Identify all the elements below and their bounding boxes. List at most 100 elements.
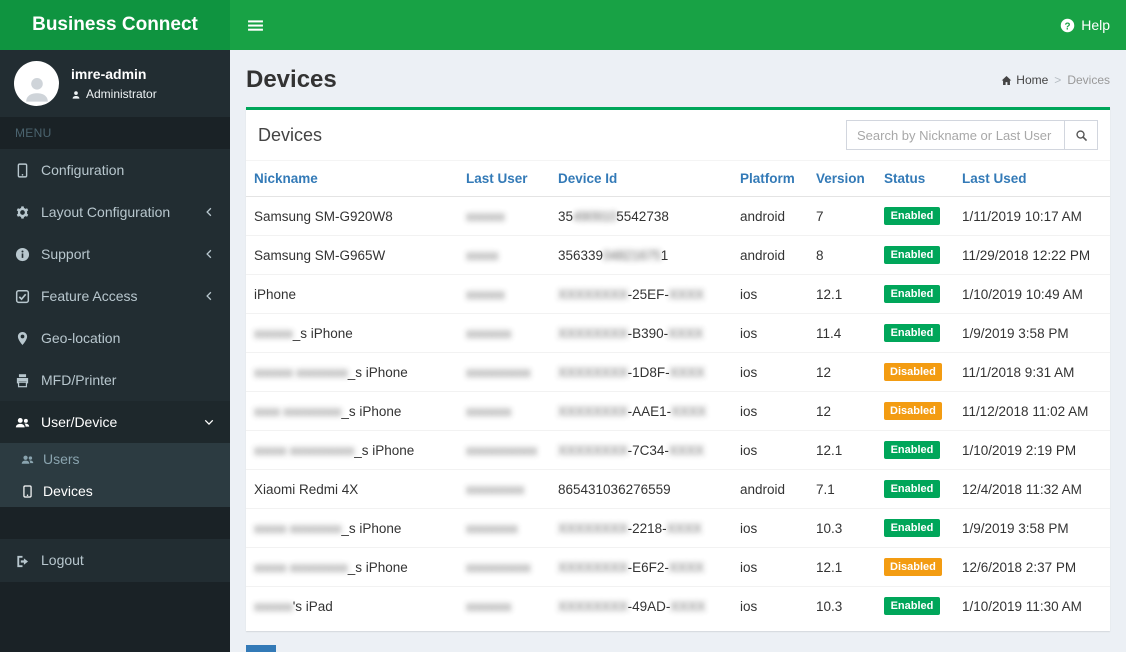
sidebar-item-label: User/Device <box>41 414 118 430</box>
sidebar-item-label: Feature Access <box>41 288 138 304</box>
column-header-device-id[interactable]: Device Id <box>550 161 732 197</box>
sidebar-item-feature-access[interactable]: Feature Access <box>0 275 230 317</box>
sidebar-menu: Configuration Layout Configuration Support… <box>0 149 230 507</box>
text: 1/10/2019 2:19 PM <box>962 442 1077 458</box>
cell-version: 10.3 <box>808 508 876 548</box>
text: 's iPad <box>292 598 333 614</box>
cell-status: Disabled <box>876 352 954 392</box>
table-row: xxxxxx_s iPhone xxxxxxx XXXXXXXX-B390-XXXX… <box>246 313 1110 353</box>
text: 865431036276559 <box>558 481 671 497</box>
cell-version: 7.1 <box>808 469 876 509</box>
table-row: xxxxx xxxxxxxxx_s iPhone xxxxxxxxxx XXXXXX… <box>246 547 1110 587</box>
cell-platform: ios <box>732 430 808 470</box>
text: ios <box>740 403 758 419</box>
table-row: Samsung SM-G965W xxxxx 356339048216751 andr… <box>246 235 1110 275</box>
question-circle-icon: ? <box>1060 19 1075 33</box>
cell-last-user: xxxxxxxxxx <box>458 547 550 587</box>
status-badge: Enabled <box>884 597 940 615</box>
text: 1/9/2019 3:58 PM <box>962 325 1069 341</box>
text: -AAE1- <box>627 403 672 419</box>
cell-last-user: xxxxxxxxx <box>458 469 550 509</box>
search-input[interactable] <box>846 120 1064 150</box>
text: Samsung SM-G965W <box>254 247 386 263</box>
redacted-text: xxxxxx <box>254 598 293 614</box>
page-button-1[interactable]: 1 <box>246 645 276 652</box>
cell-device-id: 354909105542738 <box>550 197 732 236</box>
status-badge: Enabled <box>884 519 940 537</box>
cell-last-user: xxxxxxxxxx <box>458 352 550 392</box>
redacted-text: xxxxx <box>466 247 499 263</box>
cell-platform: android <box>732 235 808 275</box>
brand-logo[interactable]: Business Connect <box>0 0 230 50</box>
sidebar-subitem-devices[interactable]: Devices <box>0 475 230 507</box>
column-header-last-user[interactable]: Last User <box>458 161 550 197</box>
sidebar-submenu: Users Devices <box>0 443 230 507</box>
users-icon <box>15 417 30 427</box>
cell-last-user: xxxxx <box>458 235 550 275</box>
text: iPhone <box>254 286 297 302</box>
home-icon <box>1001 76 1012 86</box>
sidebar-item-layout-configuration[interactable]: Layout Configuration <box>0 191 230 233</box>
help-link[interactable]: ? Help <box>1044 0 1126 50</box>
cell-last-used: 1/11/2019 10:17 AM <box>954 197 1110 236</box>
text: _s iPhone <box>354 442 415 458</box>
text: 1/11/2019 10:17 AM <box>962 208 1082 224</box>
content-header: Devices Home > Devices <box>246 66 1110 94</box>
redacted-text: XXXX <box>668 442 704 458</box>
text: 10.3 <box>816 598 843 614</box>
column-header-platform[interactable]: Platform <box>732 161 808 197</box>
redacted-text: XXXX <box>671 403 706 419</box>
sidebar-item-mfd-printer[interactable]: MFD/Printer <box>0 359 230 401</box>
cell-last-used: 12/4/2018 11:32 AM <box>954 469 1110 509</box>
sidebar-item-user-device[interactable]: User/Device <box>0 401 230 443</box>
redacted-text: XXXXXXXX <box>558 598 628 614</box>
pagination: 1 <box>246 645 1110 652</box>
devices-table-body: Samsung SM-G920W8 xxxxxx 354909105542738 an… <box>246 197 1110 625</box>
status-badge: Enabled <box>884 324 940 342</box>
users-icon <box>21 455 34 464</box>
cell-platform: android <box>732 469 808 509</box>
status-badge: Enabled <box>884 285 940 303</box>
gear-icon <box>16 205 29 219</box>
text: 12/4/2018 11:32 AM <box>962 481 1082 497</box>
sidebar-item-configuration[interactable]: Configuration <box>0 149 230 191</box>
cell-nickname: xxxxxx_s iPhone <box>246 313 458 353</box>
devices-table-head-row: Nickname Last User Device Id Platform Versio… <box>246 161 1110 197</box>
redacted-text: xxxxxxxxx <box>466 481 525 497</box>
cell-version: 11.4 <box>808 313 876 353</box>
sidebar-item-geo-location[interactable]: Geo-location <box>0 317 230 359</box>
redacted-text: xxxxxx <box>466 208 505 224</box>
redacted-text: XXXXXXXX <box>558 403 628 419</box>
cell-last-used: 11/12/2018 11:02 AM <box>954 391 1110 431</box>
help-label: Help <box>1081 17 1110 33</box>
breadcrumb-home[interactable]: Home <box>1001 73 1048 87</box>
text: 12 <box>816 403 832 419</box>
sidebar-item-support[interactable]: Support <box>0 233 230 275</box>
search-button[interactable] <box>1064 120 1098 150</box>
brand-title: Business Connect <box>32 14 198 35</box>
sidebar-toggle-button[interactable] <box>230 0 281 50</box>
user-icon <box>25 78 48 102</box>
column-header-nickname[interactable]: Nickname <box>246 161 458 197</box>
cell-device-id: XXXXXXXX-B390-XXXX <box>550 313 732 353</box>
text: 7 <box>816 208 824 224</box>
panel-title: Devices <box>258 124 323 145</box>
devices-table: Nickname Last User Device Id Platform Versio… <box>246 161 1110 625</box>
cell-version: 12 <box>808 352 876 392</box>
redacted-text: XXXXXXXX <box>558 559 628 575</box>
column-header-version[interactable]: Version <box>808 161 876 197</box>
column-header-last-used[interactable]: Last Used <box>954 161 1110 197</box>
text: 1/10/2019 10:49 AM <box>962 286 1083 302</box>
redacted-text: xxxxx xxxxxxxxxx <box>254 442 355 458</box>
sidebar-subitem-users[interactable]: Users <box>0 443 230 475</box>
cell-device-id: XXXXXXXX-AAE1-XXXX <box>550 391 732 431</box>
redacted-text: xxxx xxxxxxxxx <box>254 403 342 419</box>
redacted-text: XXXX <box>668 559 704 575</box>
text: ios <box>740 598 758 614</box>
cell-platform: ios <box>732 274 808 314</box>
user-role: Administrator <box>71 87 157 101</box>
devices-panel-header: Devices <box>246 110 1110 161</box>
sidebar-item-logout[interactable]: Logout <box>0 539 230 582</box>
column-header-status[interactable]: Status <box>876 161 954 197</box>
text: 11/29/2018 12:22 PM <box>962 247 1091 263</box>
